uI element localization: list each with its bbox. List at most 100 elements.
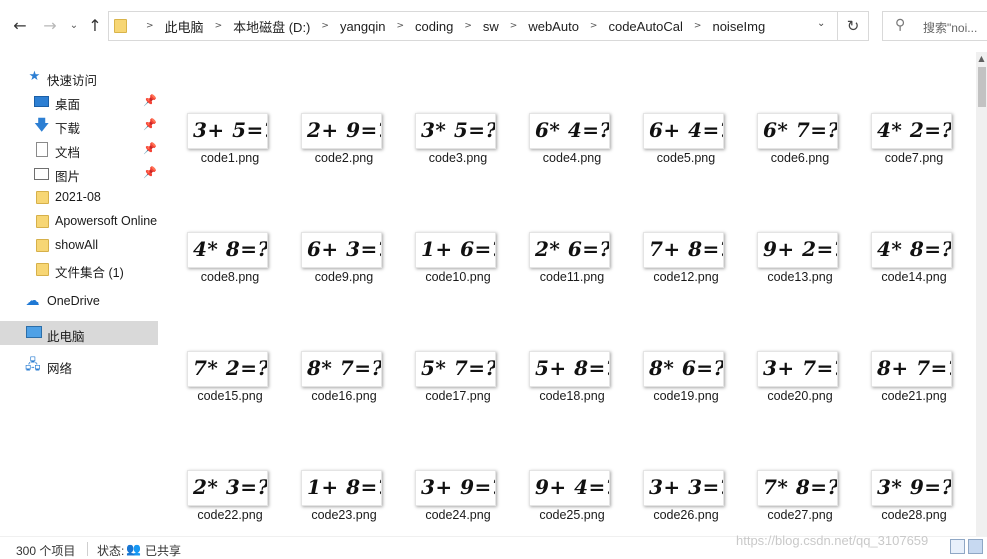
file-item[interactable]: 8+ 7=? code21.png xyxy=(858,342,958,406)
file-name: code3.png xyxy=(428,151,488,165)
status-label: 状态: xyxy=(97,544,125,558)
image-thumbnail: 7* 8=? xyxy=(757,470,838,506)
breadcrumb-separator-icon[interactable]: > xyxy=(590,21,598,31)
breadcrumb-separator-icon[interactable]: > xyxy=(464,21,472,31)
sidebar-item-downloads[interactable]: 🡇 下载 📌 xyxy=(0,114,158,137)
sidebar-item-label: 图片 xyxy=(55,170,81,184)
breadcrumb-item[interactable]: codeAutoCal xyxy=(608,19,682,34)
image-thumbnail: 6+ 3=? xyxy=(301,232,382,268)
file-item[interactable]: 3+ 9=? code24.png xyxy=(402,461,502,525)
sidebar-item-2021-08[interactable]: 2021-08 xyxy=(0,186,158,208)
image-thumbnail: 6+ 4=? xyxy=(643,113,724,149)
file-item[interactable]: 2+ 9=? code2.png xyxy=(288,104,388,168)
file-view[interactable]: 3+ 5=? code1.png 2+ 9=? code2.png 3* 5=? co… xyxy=(160,52,976,536)
sidebar-item-label: 下载 xyxy=(55,122,81,136)
image-thumbnail: 5* 7=? xyxy=(415,351,496,387)
image-thumbnail: 5+ 8=? xyxy=(529,351,610,387)
image-thumbnail: 6* 7=? xyxy=(757,113,838,149)
image-thumbnail: 3+ 7=? xyxy=(757,351,838,387)
file-item[interactable]: 4* 2=? code7.png xyxy=(858,104,958,168)
file-name: code14.png xyxy=(881,270,947,284)
sidebar-item-apowersoft[interactable]: Apowersoft Online xyxy=(0,210,158,232)
breadcrumb-separator-icon[interactable]: > xyxy=(694,21,702,31)
item-count: 300 个项目 xyxy=(16,544,76,558)
file-item[interactable]: 5+ 8=? code18.png xyxy=(516,342,616,406)
file-item[interactable]: 4* 8=? code14.png xyxy=(858,223,958,287)
details-view-icon[interactable] xyxy=(950,539,965,554)
file-name: code25.png xyxy=(539,508,605,522)
search-input[interactable]: ⚲ 搜索"noi... xyxy=(882,11,987,41)
sidebar-item-network[interactable]: 🖧 网络 xyxy=(0,354,158,376)
breadcrumb-item[interactable]: 此电脑 xyxy=(165,17,204,36)
file-item[interactable]: 1+ 8=? code23.png xyxy=(288,461,388,525)
file-item[interactable]: 6* 4=? code4.png xyxy=(516,104,616,168)
pin-icon[interactable]: 📌 xyxy=(143,142,157,155)
pin-icon[interactable]: 📌 xyxy=(143,94,157,107)
sidebar-item-desktop[interactable]: 桌面 📌 xyxy=(0,90,158,112)
breadcrumb-separator-icon[interactable]: > xyxy=(321,21,329,31)
breadcrumb-separator-icon[interactable]: > xyxy=(215,21,223,31)
file-item[interactable]: 5* 7=? code17.png xyxy=(402,342,502,406)
file-item[interactable]: 9+ 4=? code25.png xyxy=(516,461,616,525)
file-item[interactable]: 2* 3=? code22.png xyxy=(174,461,274,525)
breadcrumb-item[interactable]: yangqin xyxy=(340,19,386,34)
file-item[interactable]: 3* 5=? code3.png xyxy=(402,104,502,168)
scroll-up-arrow-icon[interactable]: ▲ xyxy=(976,52,987,66)
address-dropdown-chevron-icon[interactable]: ⌄ xyxy=(817,18,825,29)
file-item[interactable]: 4* 8=? code8.png xyxy=(174,223,274,287)
breadcrumb-item-current[interactable]: noiseImg xyxy=(712,19,765,34)
breadcrumb-item[interactable]: coding xyxy=(415,19,453,34)
file-item[interactable]: 6+ 3=? code9.png xyxy=(288,223,388,287)
file-item[interactable]: 3+ 3=? code26.png xyxy=(630,461,730,525)
file-item[interactable]: 3+ 5=? code1.png xyxy=(174,104,274,168)
image-thumbnail: 3* 9=? xyxy=(871,470,952,506)
back-arrow-icon[interactable]: ← xyxy=(10,16,30,36)
image-thumbnail: 1+ 8=? xyxy=(301,470,382,506)
breadcrumb-separator-icon[interactable]: > xyxy=(510,21,518,31)
sidebar-item-label: OneDrive xyxy=(47,294,100,308)
recent-locations-chevron-icon[interactable]: ⌄ xyxy=(64,16,84,36)
pin-icon[interactable]: 📌 xyxy=(143,118,157,131)
sidebar-item-quick-access[interactable]: ★ 快速访问 xyxy=(0,66,158,89)
image-thumbnail: 9+ 2=? xyxy=(757,232,838,268)
sidebar-item-documents[interactable]: 文档 📌 xyxy=(0,138,158,160)
file-name: code27.png xyxy=(767,508,833,522)
refresh-icon[interactable]: ↻ xyxy=(838,11,869,41)
breadcrumb-item[interactable]: sw xyxy=(483,19,499,34)
sidebar-item-this-pc[interactable]: 此电脑 xyxy=(0,321,158,345)
address-bar[interactable]: > 此电脑 > 本地磁盘 (D:) > yangqin > coding > s… xyxy=(108,11,838,41)
breadcrumb-separator-icon[interactable]: > xyxy=(396,21,404,31)
large-icons-view-icon[interactable] xyxy=(968,539,983,554)
search-placeholder: 搜索"noi... xyxy=(923,21,978,35)
search-icon: ⚲ xyxy=(895,17,906,33)
file-item[interactable]: 8* 6=? code19.png xyxy=(630,342,730,406)
breadcrumb-item[interactable]: webAuto xyxy=(528,19,579,34)
file-item[interactable]: 6* 7=? code6.png xyxy=(744,104,844,168)
file-name: code4.png xyxy=(542,151,602,165)
sidebar-item-file-collection[interactable]: 文件集合 (1) xyxy=(0,258,158,280)
file-item[interactable]: 3+ 7=? code20.png xyxy=(744,342,844,406)
breadcrumb-item[interactable]: 本地磁盘 (D:) xyxy=(233,17,310,36)
file-item[interactable]: 1+ 6=? code10.png xyxy=(402,223,502,287)
file-item[interactable]: 8* 7=? code16.png xyxy=(288,342,388,406)
pin-icon[interactable]: 📌 xyxy=(143,166,157,179)
sidebar-item-label: Apowersoft Online xyxy=(55,214,158,228)
sidebar-item-showall[interactable]: showAll xyxy=(0,234,158,256)
sidebar-item-pictures[interactable]: 图片 📌 xyxy=(0,162,158,184)
scrollbar-thumb[interactable] xyxy=(978,67,986,107)
file-item[interactable]: 6+ 4=? code5.png xyxy=(630,104,730,168)
file-item[interactable]: 7* 2=? code15.png xyxy=(174,342,274,406)
forward-arrow-icon[interactable]: → xyxy=(40,16,60,36)
address-toolbar: ← → ⌄ ↑ > 此电脑 > 本地磁盘 (D:) > yangqin > co… xyxy=(0,0,987,52)
breadcrumb-separator-icon[interactable]: > xyxy=(146,21,154,31)
file-item[interactable]: 2* 6=? code11.png xyxy=(516,223,616,287)
file-item[interactable]: 7* 8=? code27.png xyxy=(744,461,844,525)
file-name: code21.png xyxy=(881,389,947,403)
file-item[interactable]: 7+ 8=? code12.png xyxy=(630,223,730,287)
file-item[interactable]: 9+ 2=? code13.png xyxy=(744,223,844,287)
sidebar-item-onedrive[interactable]: ☁ OneDrive xyxy=(0,290,158,312)
sidebar-item-label: 文件集合 (1) xyxy=(55,266,124,280)
up-arrow-icon[interactable]: ↑ xyxy=(85,16,105,36)
file-item[interactable]: 3* 9=? code28.png xyxy=(858,461,958,525)
vertical-scrollbar[interactable]: ▲ xyxy=(976,52,987,536)
